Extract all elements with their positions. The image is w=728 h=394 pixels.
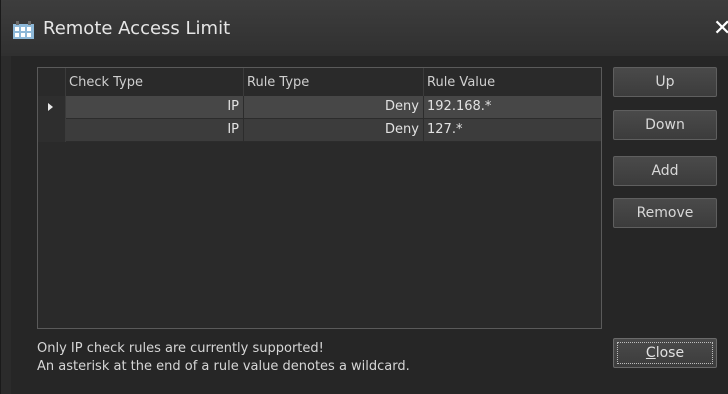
column-header-rule-type[interactable]: Rule Type <box>244 68 424 96</box>
row-header-corner <box>38 68 66 96</box>
remove-button[interactable]: Remove <box>613 198 717 228</box>
add-button[interactable]: Add <box>613 156 717 186</box>
rules-grid[interactable]: Check Type Rule Type Rule Value IP Deny … <box>37 67 602 329</box>
info-note-line-2: An asterisk at the end of a rule value d… <box>37 359 410 374</box>
row-pointer-icon <box>48 103 53 111</box>
app-window-icon <box>13 21 34 39</box>
cell-check-type[interactable]: IP <box>66 119 244 142</box>
cell-check-type[interactable]: IP <box>66 96 244 119</box>
column-header-rule-value[interactable]: Rule Value <box>424 68 601 96</box>
row-header[interactable] <box>38 96 66 119</box>
cell-rule-type[interactable]: Deny <box>244 119 424 142</box>
column-header-check-type[interactable]: Check Type <box>66 68 244 96</box>
down-button[interactable]: Down <box>613 110 717 140</box>
cell-rule-type[interactable]: Deny <box>244 96 424 119</box>
focus-rectangle <box>617 342 713 364</box>
grid-header: Check Type Rule Type Rule Value <box>38 68 601 96</box>
cell-rule-value[interactable]: 192.168.* <box>424 96 601 119</box>
remote-access-limit-dialog: Remote Access Limit ✕ Check Type Rule Ty… <box>0 0 728 394</box>
cell-rule-value[interactable]: 127.* <box>424 119 601 142</box>
close-window-icon[interactable]: ✕ <box>713 16 728 42</box>
table-row[interactable]: IP Deny 192.168.* <box>38 96 601 119</box>
row-header[interactable] <box>38 119 66 142</box>
info-note-line-1: Only IP check rules are currently suppor… <box>37 341 324 356</box>
title-bar[interactable]: Remote Access Limit ✕ <box>1 0 728 56</box>
table-row[interactable]: IP Deny 127.* <box>38 119 601 142</box>
window-title: Remote Access Limit <box>43 18 231 39</box>
up-button[interactable]: Up <box>613 67 717 97</box>
close-button[interactable]: Close <box>613 338 717 368</box>
